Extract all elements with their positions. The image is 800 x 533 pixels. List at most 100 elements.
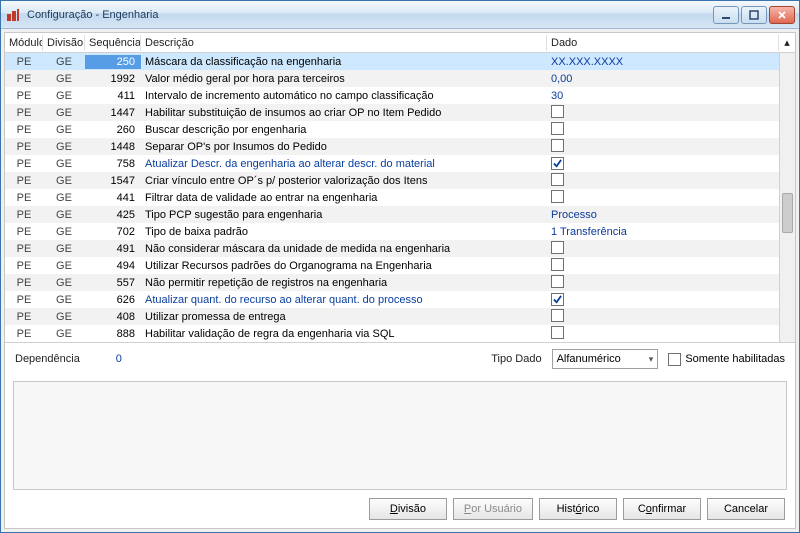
- cell-descricao: Filtrar data de validade ao entrar na en…: [141, 191, 547, 205]
- cell-sequencia: 250: [85, 55, 141, 69]
- col-divisao[interactable]: Divisão: [43, 35, 85, 51]
- table-row[interactable]: PEGE494Utilizar Recursos padrões do Orga…: [5, 257, 795, 274]
- table-row[interactable]: PEGE1547Criar vínculo entre OP´s p/ post…: [5, 172, 795, 189]
- tipo-dado-value: Alfanumérico: [557, 353, 621, 365]
- cell-modulo: PE: [5, 157, 43, 171]
- row-checkbox[interactable]: [551, 241, 564, 254]
- por-usuario-button[interactable]: Por Usuário: [453, 498, 533, 520]
- col-dado[interactable]: Dado: [547, 35, 779, 51]
- cell-modulo: PE: [5, 208, 43, 222]
- row-checkbox[interactable]: [551, 258, 564, 271]
- cell-modulo: PE: [5, 242, 43, 256]
- table-row[interactable]: PEGE1447Habilitar substituição de insumo…: [5, 104, 795, 121]
- table-row[interactable]: PEGE411Intervalo de incremento automátic…: [5, 87, 795, 104]
- cell-sequencia: 557: [85, 276, 141, 290]
- cell-modulo: PE: [5, 259, 43, 273]
- row-checkbox[interactable]: [551, 105, 564, 118]
- table-row[interactable]: PEGE250Máscara da classificação na engen…: [5, 53, 795, 70]
- somente-habilitadas-toggle[interactable]: Somente habilitadas: [668, 353, 785, 366]
- cell-sequencia: 1448: [85, 140, 141, 154]
- cell-sequencia: 1547: [85, 174, 141, 188]
- cell-divisao: GE: [43, 276, 85, 290]
- table-row[interactable]: PEGE425Tipo PCP sugestão para engenharia…: [5, 206, 795, 223]
- cell-divisao: GE: [43, 140, 85, 154]
- cell-sequencia: 626: [85, 293, 141, 307]
- footer-buttons: Divisão Por Usuário Histórico Confirmar …: [5, 490, 795, 528]
- historico-button[interactable]: Histórico: [539, 498, 617, 520]
- row-checkbox[interactable]: [551, 275, 564, 288]
- detail-panel: [13, 381, 787, 490]
- scroll-up-icon[interactable]: ▴: [779, 34, 795, 51]
- cell-descricao: Utilizar Recursos padrões do Organograma…: [141, 259, 547, 273]
- cell-divisao: GE: [43, 123, 85, 137]
- cell-modulo: PE: [5, 276, 43, 290]
- divisao-button[interactable]: Divisão: [369, 498, 447, 520]
- cell-descricao: Não permitir repetição de registros na e…: [141, 276, 547, 290]
- row-checkbox[interactable]: [551, 139, 564, 152]
- table-row[interactable]: PEGE702Tipo de baixa padrão1 Transferênc…: [5, 223, 795, 240]
- cell-divisao: GE: [43, 72, 85, 86]
- cell-modulo: PE: [5, 310, 43, 324]
- row-checkbox[interactable]: [551, 122, 564, 135]
- cell-sequencia: 441: [85, 191, 141, 205]
- cell-sequencia: 888: [85, 327, 141, 341]
- meta-bar: Dependência 0 Tipo Dado Alfanumérico ▾ S…: [5, 343, 795, 377]
- row-checkbox[interactable]: [551, 309, 564, 322]
- row-checkbox[interactable]: [551, 293, 564, 306]
- tipo-dado-select[interactable]: Alfanumérico ▾: [552, 349, 659, 369]
- cell-modulo: PE: [5, 225, 43, 239]
- content-area: Módulo Divisão Sequência Descrição Dado …: [4, 32, 796, 529]
- row-checkbox[interactable]: [551, 173, 564, 186]
- config-grid: Módulo Divisão Sequência Descrição Dado …: [5, 33, 795, 343]
- row-checkbox[interactable]: [551, 326, 564, 339]
- cell-descricao: Utilizar promessa de entrega: [141, 310, 547, 324]
- cell-sequencia: 758: [85, 157, 141, 171]
- cell-descricao: Atualizar quant. do recurso ao alterar q…: [141, 293, 547, 307]
- cell-modulo: PE: [5, 327, 43, 341]
- cancelar-button[interactable]: Cancelar: [707, 498, 785, 520]
- col-sequencia[interactable]: Sequência: [85, 35, 141, 51]
- table-row[interactable]: PEGE1448Separar OP's por Insumos do Pedi…: [5, 138, 795, 155]
- table-row[interactable]: PEGE491Não considerar máscara da unidade…: [5, 240, 795, 257]
- cell-modulo: PE: [5, 55, 43, 69]
- table-row[interactable]: PEGE260Buscar descrição por engenharia: [5, 121, 795, 138]
- vertical-scrollbar[interactable]: [779, 53, 795, 342]
- cell-dado: 30: [547, 89, 779, 103]
- cell-dado: [547, 189, 779, 207]
- minimize-button[interactable]: [713, 6, 739, 24]
- table-row[interactable]: PEGE441Filtrar data de validade ao entra…: [5, 189, 795, 206]
- row-checkbox[interactable]: [551, 157, 564, 170]
- cell-descricao: Máscara da classificação na engenharia: [141, 55, 547, 69]
- cell-descricao: Criar vínculo entre OP´s p/ posterior va…: [141, 174, 547, 188]
- cell-descricao: Habilitar validação de regra da engenhar…: [141, 327, 547, 341]
- table-row[interactable]: PEGE557Não permitir repetição de registr…: [5, 274, 795, 291]
- table-row[interactable]: PEGE758Atualizar Descr. da engenharia ao…: [5, 155, 795, 172]
- cell-descricao: Valor médio geral por hora para terceiro…: [141, 72, 547, 86]
- table-row[interactable]: PEGE626Atualizar quant. do recurso ao al…: [5, 291, 795, 308]
- col-modulo[interactable]: Módulo: [5, 35, 43, 51]
- cell-divisao: GE: [43, 157, 85, 171]
- confirmar-button[interactable]: Confirmar: [623, 498, 701, 520]
- close-button[interactable]: [769, 6, 795, 24]
- row-checkbox[interactable]: [551, 190, 564, 203]
- table-row[interactable]: PEGE408Utilizar promessa de entrega: [5, 308, 795, 325]
- scrollbar-thumb[interactable]: [782, 193, 793, 233]
- window-buttons: [713, 6, 795, 24]
- maximize-button[interactable]: [741, 6, 767, 24]
- grid-body: PEGE250Máscara da classificação na engen…: [5, 53, 795, 342]
- grid-header: Módulo Divisão Sequência Descrição Dado …: [5, 33, 795, 53]
- cell-modulo: PE: [5, 123, 43, 137]
- chevron-down-icon: ▾: [649, 354, 654, 365]
- cell-divisao: GE: [43, 106, 85, 120]
- cell-divisao: GE: [43, 55, 85, 69]
- table-row[interactable]: PEGE1992Valor médio geral por hora para …: [5, 70, 795, 87]
- cell-sequencia: 702: [85, 225, 141, 239]
- cell-sequencia: 408: [85, 310, 141, 324]
- somente-habilitadas-checkbox[interactable]: [668, 353, 681, 366]
- cell-dado: [547, 257, 779, 275]
- cell-divisao: GE: [43, 191, 85, 205]
- cell-modulo: PE: [5, 72, 43, 86]
- cell-modulo: PE: [5, 293, 43, 307]
- table-row[interactable]: PEGE888Habilitar validação de regra da e…: [5, 325, 795, 342]
- col-descricao[interactable]: Descrição: [141, 35, 547, 51]
